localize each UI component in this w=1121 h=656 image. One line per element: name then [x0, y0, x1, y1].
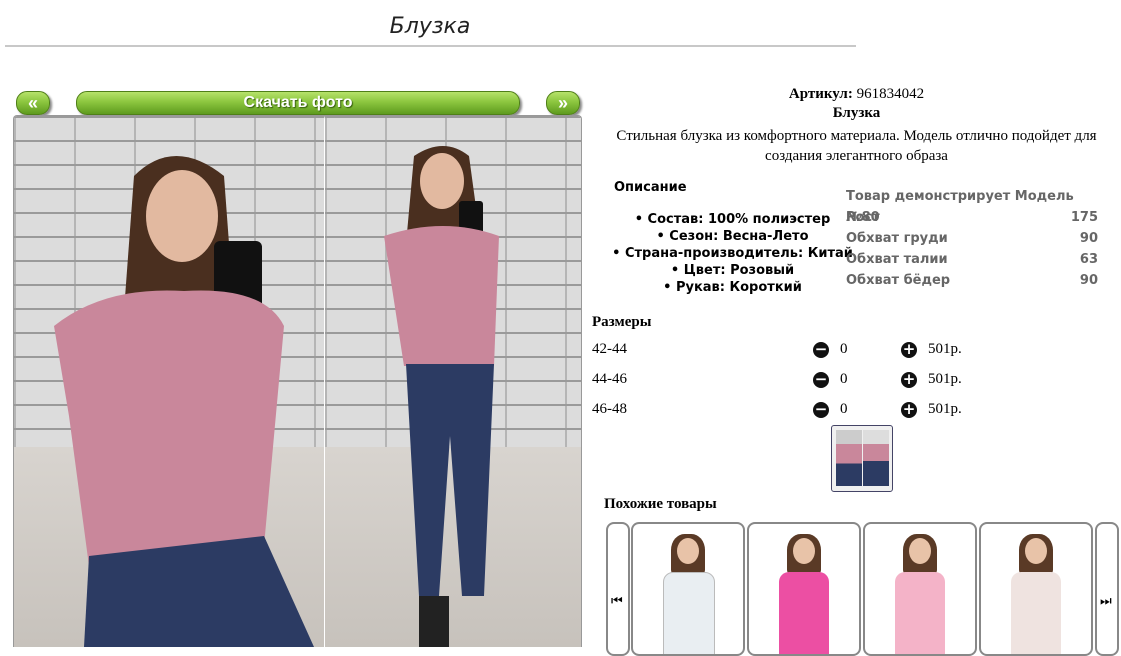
spec-item: • Рукав: Короткий — [663, 280, 802, 295]
model-measurements: Товар демонстрирует Модель №80 Рост 175 О… — [846, 186, 1098, 291]
spec-item: • Страна-производитель: Китай — [612, 246, 853, 261]
spec-item: • Состав: 100% полиэстер — [634, 212, 831, 227]
article-label: Артикул: — [788, 86, 853, 102]
minus-circle-icon[interactable]: − — [813, 402, 829, 418]
sizes-heading: Размеры — [592, 314, 652, 330]
size-quantity: 0 — [840, 371, 848, 387]
size-row: 42-44 − 0 + 501р. — [592, 341, 992, 361]
similar-product-card[interactable] — [979, 522, 1093, 656]
product-info: Артикул: 961834042 Блузка Стильная блузк… — [592, 86, 1121, 166]
similar-prev-button[interactable]: ⏮ — [606, 522, 630, 656]
similar-product-card[interactable] — [863, 522, 977, 656]
product-photo[interactable] — [13, 115, 582, 647]
minus-circle-icon[interactable]: − — [813, 342, 829, 358]
prev-photo-button[interactable]: « — [16, 91, 50, 115]
measurement-row: Обхват груди 90 — [846, 231, 1098, 246]
plus-circle-icon[interactable]: + — [901, 342, 917, 358]
size-label: 46-48 — [592, 401, 627, 417]
plus-circle-icon[interactable]: + — [901, 402, 917, 418]
title-divider — [5, 45, 856, 47]
measurement-row: Обхват бёдер 90 — [846, 273, 1098, 288]
skip-back-icon: ⏮ — [611, 594, 623, 609]
minus-circle-icon[interactable]: − — [813, 372, 829, 388]
plus-circle-icon[interactable]: + — [901, 372, 917, 388]
measurement-row: Рост 175 — [846, 210, 1098, 225]
model-heading: Товар демонстрирует Модель №80 — [846, 189, 1074, 225]
download-photo-button[interactable]: Скачать фото — [76, 91, 520, 115]
specs-heading: Описание — [614, 180, 687, 195]
size-row: 46-48 − 0 + 501р. — [592, 401, 992, 421]
size-price: 501р. — [928, 341, 962, 357]
size-price: 501р. — [928, 401, 962, 417]
model-figures — [54, 146, 499, 647]
size-quantity: 0 — [840, 401, 848, 417]
product-description: Стильная блузка из комфортного материала… — [616, 128, 1097, 164]
spec-item: • Сезон: Весна-Лето — [656, 229, 809, 244]
article-number: 961834042 — [856, 86, 925, 102]
similar-product-card[interactable] — [747, 522, 861, 656]
size-price: 501р. — [928, 371, 962, 387]
size-quantity: 0 — [840, 341, 848, 357]
next-photo-button[interactable]: » — [546, 91, 580, 115]
product-name: Блузка — [832, 105, 881, 121]
specs-list: • Состав: 100% полиэстер • Сезон: Весна-… — [605, 211, 860, 296]
page-title: Блузка — [389, 14, 471, 39]
photo-thumbnail[interactable] — [831, 425, 893, 492]
similar-product-card[interactable] — [631, 522, 745, 656]
skip-forward-icon: ⏭ — [1100, 594, 1112, 609]
measurement-row: Обхват талии 63 — [846, 252, 1098, 267]
spec-item: • Цвет: Розовый — [670, 263, 795, 278]
size-label: 42-44 — [592, 341, 627, 357]
size-label: 44-46 — [592, 371, 627, 387]
similar-next-button[interactable]: ⏭ — [1095, 522, 1119, 656]
similar-heading: Похожие товары — [604, 496, 717, 512]
size-row: 44-46 − 0 + 501р. — [592, 371, 992, 391]
